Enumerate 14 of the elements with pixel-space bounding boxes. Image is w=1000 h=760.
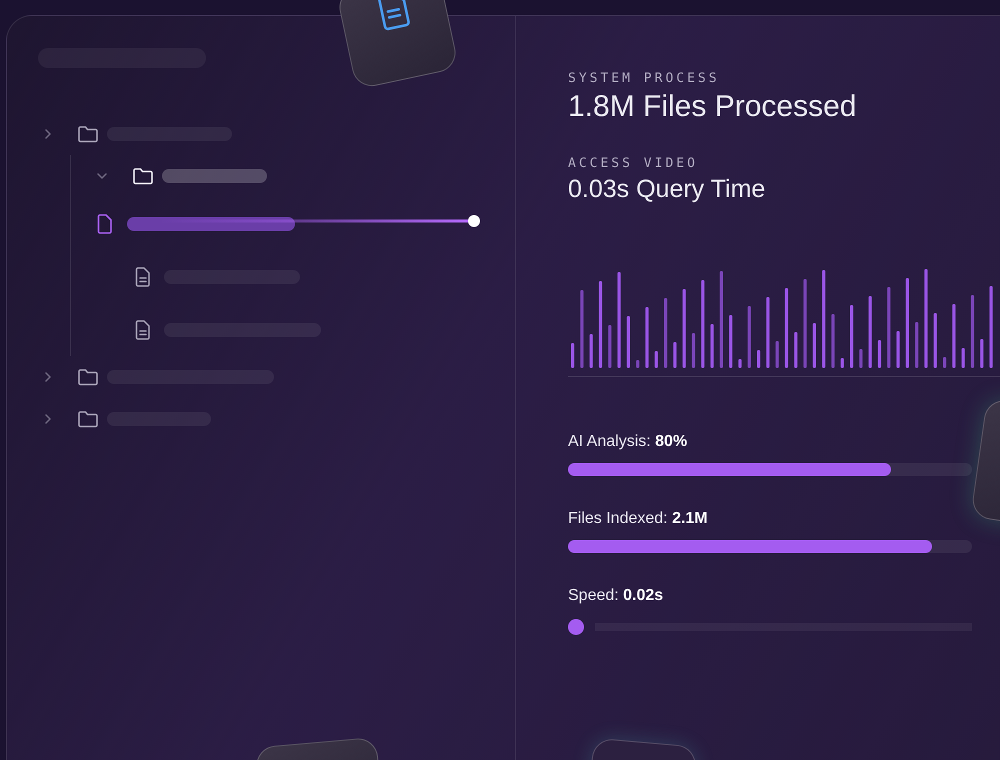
meter-label: Speed: 0.02s (568, 587, 664, 605)
document-icon (134, 266, 152, 288)
folder-icon (77, 410, 99, 428)
stat-label: ACCESS VIDEO (568, 156, 699, 171)
folder-icon (77, 368, 99, 386)
folder-icon (77, 125, 99, 143)
meter-label: AI Analysis: 80% (568, 433, 688, 451)
file-icon (96, 212, 114, 234)
stat-label: SYSTEM PROCESS (568, 71, 721, 86)
meter-label: Files Indexed: 2.1M (568, 510, 708, 528)
stat-value: 0.03s Query Time (568, 175, 766, 204)
folder-icon (132, 167, 154, 185)
document-icon (134, 318, 152, 340)
stat-value: 1.8M Files Processed (568, 90, 858, 124)
